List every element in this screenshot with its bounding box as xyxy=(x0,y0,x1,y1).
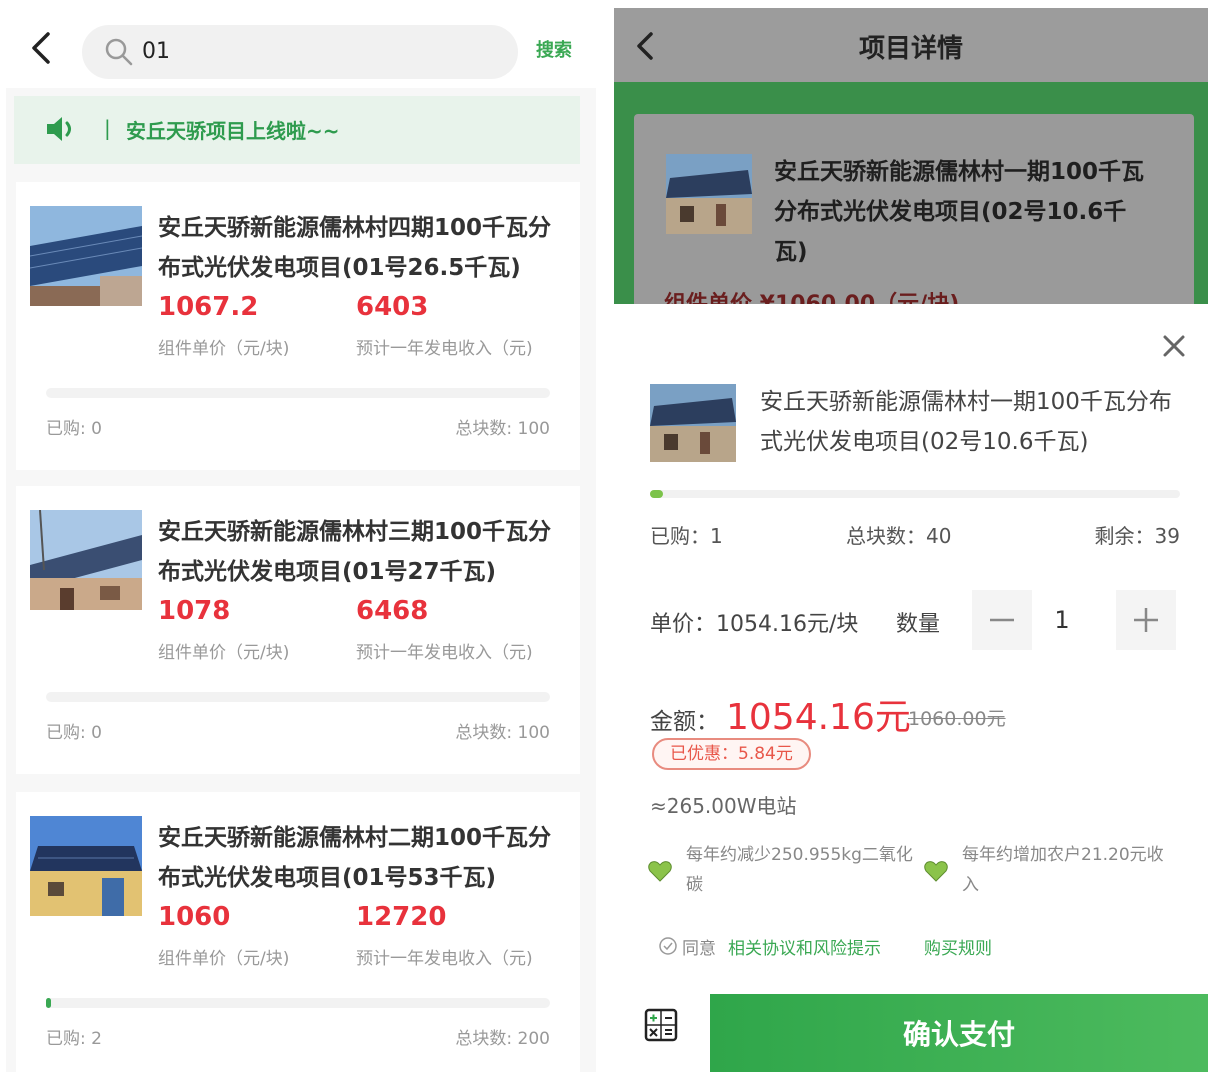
confirm-payment-button[interactable]: 确认支付 xyxy=(710,994,1208,1072)
unit-price-value: 1060 xyxy=(158,902,231,932)
yearly-income-label: 预计一年发电收入（元) xyxy=(356,643,533,663)
search-input[interactable]: 01 xyxy=(82,25,518,79)
station-capacity: ≈265.00W电站 xyxy=(650,794,797,818)
project-detail-screen: 项目详情 安丘天骄新能源儒林村一期100千瓦分布式光伏发电项目(02号10.6千… xyxy=(614,8,1208,1072)
quantity-label: 数量 xyxy=(896,612,941,637)
quantity-increase-button[interactable] xyxy=(1116,590,1176,650)
sales-progress-bar xyxy=(46,388,550,398)
project-card[interactable]: 安丘天骄新能源儒林村四期100千瓦分布式光伏发电项目(01号26.5千瓦) 10… xyxy=(16,182,580,470)
agree-label: 同意 xyxy=(682,939,716,959)
search-icon xyxy=(105,38,133,66)
yearly-income-value: 6468 xyxy=(356,596,429,626)
yearly-income-label: 预计一年发电收入（元) xyxy=(356,949,533,969)
project-card[interactable]: 安丘天骄新能源儒林村二期100千瓦分布式光伏发电项目(01号53千瓦) 1060… xyxy=(16,792,580,1072)
quantity-value[interactable]: 1 xyxy=(1032,606,1092,634)
unit-price-label: 组件单价（元/块) xyxy=(158,339,290,359)
bought-count: 已购：1 xyxy=(650,524,723,548)
agreement-link[interactable]: 相关协议和风险提示 xyxy=(728,934,881,959)
project-thumbnail xyxy=(30,206,142,306)
bought-count: 已购: 2 xyxy=(46,1029,102,1049)
project-title: 安丘天骄新能源儒林村二期100千瓦分布式光伏发电项目(01号53千瓦) xyxy=(158,825,552,891)
sales-progress-bar xyxy=(650,490,1180,498)
purchase-project-title: 安丘天骄新能源儒林村一期100千瓦分布式光伏发电项目(02号10.6千瓦) xyxy=(760,389,1172,455)
project-thumbnail xyxy=(650,384,736,462)
project-card[interactable]: 安丘天骄新能源儒林村三期100千瓦分布式光伏发电项目(01号27千瓦) 1078… xyxy=(16,486,580,774)
project-thumbnail xyxy=(30,816,142,916)
plus-icon xyxy=(1134,608,1158,632)
unit-price-value: 1067.2 xyxy=(158,292,259,322)
bought-count: 已购: 0 xyxy=(46,419,102,439)
back-arrow-icon[interactable] xyxy=(26,30,56,66)
unit-price-label: 组件单价（元/块) xyxy=(158,949,290,969)
unit-price-value: 1078 xyxy=(158,596,231,626)
green-heart-icon xyxy=(648,861,672,882)
total-blocks: 总块数: 100 xyxy=(455,723,550,743)
project-title: 安丘天骄新能源儒林村三期100千瓦分布式光伏发电项目(01号27千瓦) xyxy=(158,519,552,585)
calculator-icon[interactable] xyxy=(644,1008,678,1042)
unit-price: 单价：1054.16元/块 xyxy=(650,612,859,637)
yearly-income-value: 12720 xyxy=(356,902,447,932)
search-query: 01 xyxy=(142,39,170,64)
yearly-income-value: 6403 xyxy=(356,292,429,322)
total-blocks: 总块数：40 xyxy=(846,524,952,548)
progress-fill xyxy=(46,998,52,1008)
page-title: 项目详情 xyxy=(858,34,963,64)
minus-icon xyxy=(990,618,1014,622)
original-amount: 1060.00元 xyxy=(908,708,1006,730)
search-bar: 01 搜索 xyxy=(6,8,596,88)
speaker-icon xyxy=(47,117,71,141)
project-thumbnail xyxy=(666,154,752,234)
benefit-co2: 每年约减少250.955kg二氧化碳 xyxy=(686,845,913,895)
detail-card-title: 安丘天骄新能源儒林村一期100千瓦分布式光伏发电项目(02号10.6千瓦) xyxy=(774,159,1145,265)
benefit-income: 每年约增加农户21.20元收入 xyxy=(962,845,1164,895)
announcement-banner[interactable]: | 安丘天骄项目上线啦~~ xyxy=(14,96,580,164)
detail-summary-area: 安丘天骄新能源儒林村一期100千瓦分布式光伏发电项目(02号10.6千瓦) 组件… xyxy=(614,82,1208,317)
bought-count: 已购: 0 xyxy=(46,723,102,743)
purchase-rules-link[interactable]: 购买规则 xyxy=(924,934,992,959)
amount-value: 1054.16元 xyxy=(726,697,911,738)
search-button[interactable]: 搜索 xyxy=(536,36,572,62)
yearly-income-label: 预计一年发电收入（元) xyxy=(356,339,533,359)
discount-badge: 已优惠：5.84元 xyxy=(652,738,811,770)
total-blocks: 总块数: 100 xyxy=(455,419,550,439)
detail-summary-card: 安丘天骄新能源儒林村一期100千瓦分布式光伏发电项目(02号10.6千瓦) 组件… xyxy=(634,114,1194,317)
sales-progress-bar xyxy=(46,998,550,1008)
search-results-screen: 01 搜索 | 安丘天骄项目上线啦~~ 安丘天骄新能源儒林村四期100千瓦分布式… xyxy=(6,8,596,1072)
remaining-blocks: 剩余：39 xyxy=(1094,524,1180,548)
sales-progress-bar xyxy=(46,692,550,702)
project-title: 安丘天骄新能源儒林村四期100千瓦分布式光伏发电项目(01号26.5千瓦) xyxy=(158,215,552,281)
agree-checkbox-icon[interactable] xyxy=(658,936,678,956)
close-icon[interactable] xyxy=(1160,332,1188,360)
total-blocks: 总块数: 200 xyxy=(455,1029,550,1049)
notice-text: 安丘天骄项目上线啦~~ xyxy=(126,119,340,143)
purchase-sheet: 安丘天骄新能源儒林村一期100千瓦分布式光伏发电项目(02号10.6千瓦) 已购… xyxy=(614,304,1208,1072)
quantity-decrease-button[interactable] xyxy=(972,590,1032,650)
unit-price-label: 组件单价（元/块) xyxy=(158,643,290,663)
green-heart-icon xyxy=(924,861,948,882)
amount-label: 金额： xyxy=(650,709,719,735)
project-thumbnail xyxy=(30,510,142,610)
notice-separator: | xyxy=(104,116,111,140)
progress-fill xyxy=(650,490,664,498)
detail-header: 项目详情 xyxy=(614,8,1208,82)
